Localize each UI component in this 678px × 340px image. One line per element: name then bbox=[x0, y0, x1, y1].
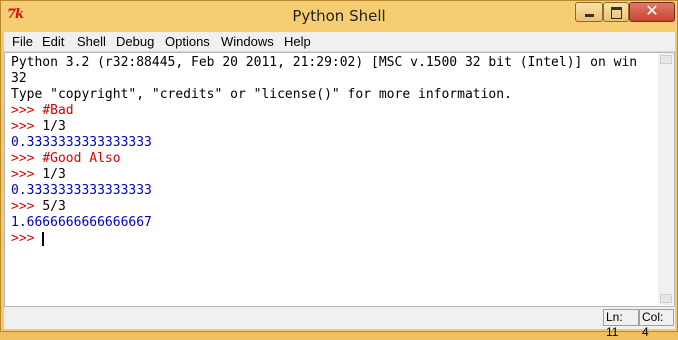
shell-line: >>> 1/3 bbox=[11, 119, 66, 134]
scroll-up-arrow-icon[interactable] bbox=[660, 55, 672, 64]
shell-line: 32 bbox=[11, 71, 27, 86]
close-icon: ✕ bbox=[645, 1, 659, 20]
menu-edit[interactable]: Edit bbox=[42, 34, 64, 49]
status-bar: Ln: 11 Col: 4 bbox=[4, 307, 675, 339]
minimize-button[interactable] bbox=[575, 2, 603, 22]
text-cursor bbox=[42, 232, 44, 246]
shell-output: 0.3333333333333333 bbox=[11, 183, 152, 198]
menu-file[interactable]: File bbox=[12, 34, 33, 49]
menu-debug[interactable]: Debug bbox=[116, 34, 154, 49]
maximize-button[interactable] bbox=[603, 2, 629, 22]
close-button[interactable]: ✕ bbox=[629, 1, 675, 22]
shell-line: >>> 1/3 bbox=[11, 167, 66, 182]
shell-line: Type "copyright", "credits" or "license(… bbox=[11, 87, 512, 102]
shell-output: 1.6666666666666667 bbox=[11, 215, 152, 230]
menu-bar: File Edit Shell Debug Options Windows He… bbox=[4, 32, 675, 52]
menu-windows[interactable]: Windows bbox=[221, 34, 274, 49]
status-column-number: Col: 4 bbox=[639, 309, 674, 339]
python-shell-window: 7k Python Shell ✕ File Edit Shell Debug … bbox=[0, 0, 678, 339]
menu-shell[interactable]: Shell bbox=[77, 34, 106, 49]
menu-options[interactable]: Options bbox=[165, 34, 210, 49]
scroll-down-arrow-icon[interactable] bbox=[660, 294, 672, 303]
shell-text-area[interactable]: Python 3.2 (r32:88445, Feb 20 2011, 21:2… bbox=[4, 52, 675, 307]
shell-line: Python 3.2 (r32:88445, Feb 20 2011, 21:2… bbox=[11, 55, 638, 70]
menu-help[interactable]: Help bbox=[284, 34, 311, 49]
shell-line: >>> #Good Also bbox=[11, 151, 121, 166]
shell-prompt-line: >>> bbox=[11, 231, 43, 246]
shell-line: >>> #Bad bbox=[11, 103, 74, 118]
shell-line: >>> 5/3 bbox=[11, 199, 66, 214]
vertical-scrollbar[interactable] bbox=[658, 53, 674, 305]
shell-output: 0.3333333333333333 bbox=[11, 135, 152, 150]
title-bar[interactable]: 7k Python Shell ✕ bbox=[1, 1, 677, 32]
status-line-number: Ln: 11 bbox=[603, 309, 639, 339]
